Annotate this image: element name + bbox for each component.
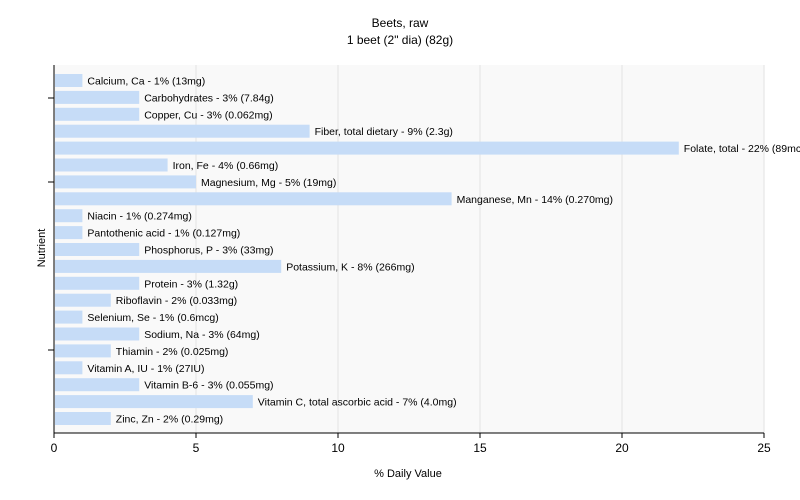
bar-20	[55, 412, 111, 425]
bar-label-13: Riboflavin - 2% (0.033mg)	[116, 295, 237, 307]
bar-11	[55, 259, 282, 273]
bar-6	[55, 175, 196, 189]
x-tick-label-3: 15	[473, 441, 487, 455]
bar-5	[55, 158, 168, 172]
bar-9	[55, 226, 83, 240]
bar-label-4: Folate, total - 22% (89mcg)	[684, 143, 800, 155]
bar-label-14: Selenium, Se - 1% (0.6mcg)	[87, 312, 218, 324]
bar-label-0: Calcium, Ca - 1% (13mg)	[87, 76, 205, 88]
bar-8	[55, 209, 83, 223]
bar-label-17: Vitamin A, IU - 1% (27IU)	[87, 363, 204, 375]
bar-1	[55, 90, 140, 104]
nutrient-chart: Beets, raw 1 beet (2" dia) (82g) Calcium…	[0, 0, 800, 500]
bar-label-15: Sodium, Na - 3% (64mg)	[144, 329, 260, 341]
bar-label-8: Niacin - 1% (0.274mg)	[87, 211, 191, 223]
x-tick-label-4: 20	[615, 441, 629, 455]
x-tick-label-5: 25	[757, 441, 771, 455]
bar-19	[55, 395, 253, 409]
x-tick-labels: 0 5 10 15 20 25	[51, 433, 771, 455]
bar-label-12: Protein - 3% (1.32g)	[144, 278, 238, 290]
bar-18	[55, 378, 140, 392]
bar-0	[55, 74, 83, 87]
chart-subtitle: 1 beet (2" dia) (82g)	[347, 33, 453, 47]
bar-label-1: Carbohydrates - 3% (7.84g)	[144, 92, 274, 104]
chart-title: Beets, raw	[372, 16, 429, 30]
bar-2	[55, 107, 140, 121]
bar-label-2: Copper, Cu - 3% (0.062mg)	[144, 109, 272, 121]
bar-10	[55, 243, 140, 256]
bar-chart-svg: Beets, raw 1 beet (2" dia) (82g) Calcium…	[36, 16, 800, 480]
bar-13	[55, 293, 111, 307]
bar-7	[55, 192, 452, 206]
bar-15	[55, 327, 140, 341]
y-axis-label: Nutrient	[36, 229, 48, 268]
bar-label-16: Thiamin - 2% (0.025mg)	[116, 346, 229, 358]
bar-4	[55, 141, 679, 155]
bar-label-20: Zinc, Zn - 2% (0.29mg)	[116, 414, 223, 426]
x-axis-label: % Daily Value	[374, 468, 442, 480]
bar-17	[55, 361, 83, 375]
bar-label-19: Vitamin C, total ascorbic acid - 7% (4.0…	[258, 397, 457, 409]
bar-14	[55, 310, 83, 324]
bar-label-5: Iron, Fe - 4% (0.66mg)	[173, 160, 279, 172]
x-tick-label-2: 10	[331, 441, 345, 455]
bar-label-9: Pantothenic acid - 1% (0.127mg)	[87, 228, 240, 240]
bar-label-11: Potassium, K - 8% (266mg)	[286, 261, 414, 273]
bar-label-10: Phosphorus, P - 3% (33mg)	[144, 245, 273, 257]
bar-label-6: Magnesium, Mg - 5% (19mg)	[201, 177, 336, 189]
bar-label-18: Vitamin B-6 - 3% (0.055mg)	[144, 380, 273, 392]
bar-label-3: Fiber, total dietary - 9% (2.3g)	[315, 126, 453, 138]
bar-label-7: Manganese, Mn - 14% (0.270mg)	[457, 194, 613, 206]
x-tick-label-1: 5	[193, 441, 200, 455]
bar-12	[55, 276, 140, 290]
bar-3	[55, 124, 310, 138]
bar-16	[55, 344, 111, 358]
x-tick-label-0: 0	[51, 441, 58, 455]
